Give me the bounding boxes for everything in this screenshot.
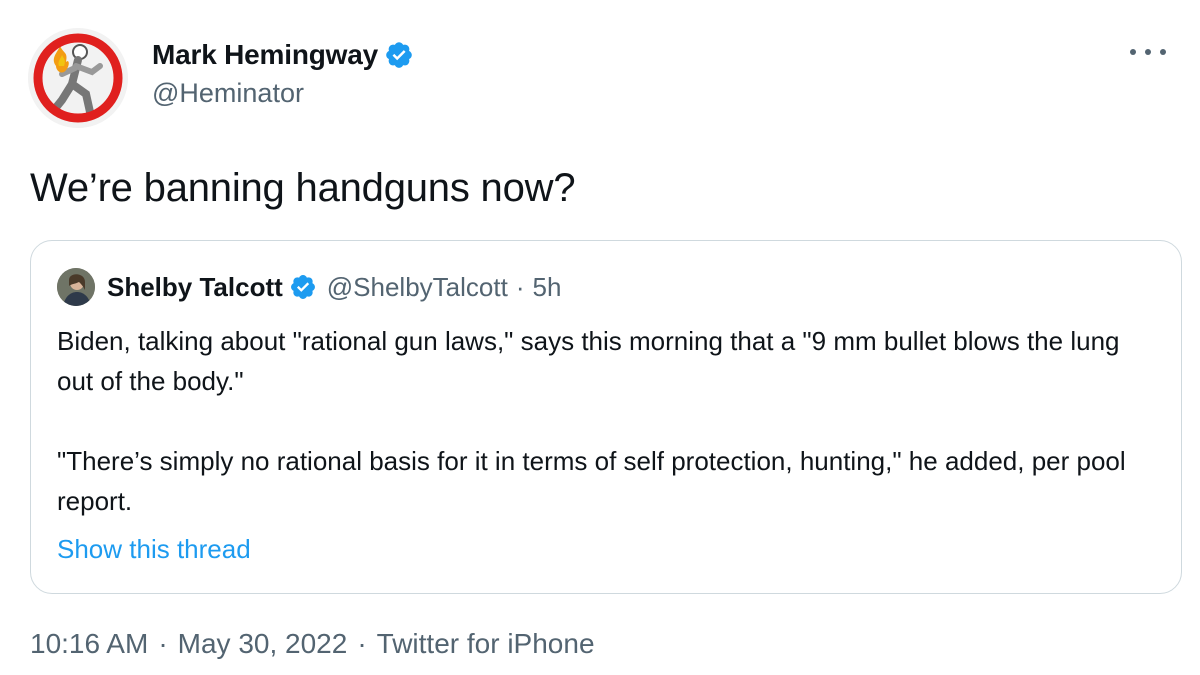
author-handle[interactable]: @Heminator bbox=[152, 78, 414, 109]
quoted-tweet-header: Shelby Talcott @ShelbyTalcott · 5h bbox=[57, 267, 561, 307]
tweet-time[interactable]: 10:16 AM bbox=[30, 628, 148, 660]
tweet-text: We’re banning handguns now? bbox=[30, 166, 576, 210]
author-name[interactable]: Mark Hemingway bbox=[152, 39, 378, 71]
tweet-date[interactable]: May 30, 2022 bbox=[178, 628, 348, 660]
separator-dot: · bbox=[515, 271, 525, 302]
quoted-author-handle[interactable]: @ShelbyTalcott bbox=[327, 272, 508, 303]
author-block: Mark Hemingway @Heminator bbox=[152, 36, 414, 109]
verified-badge-icon bbox=[384, 40, 414, 70]
tweet-source[interactable]: Twitter for iPhone bbox=[377, 628, 595, 660]
separator-dot: · bbox=[357, 628, 367, 659]
quoted-tweet[interactable]: Shelby Talcott @ShelbyTalcott · 5h Biden… bbox=[30, 240, 1182, 594]
quoted-author-avatar[interactable] bbox=[57, 268, 95, 306]
more-dot bbox=[1145, 49, 1151, 55]
person-photo-icon bbox=[57, 268, 95, 306]
quoted-tweet-time[interactable]: 5h bbox=[533, 272, 562, 303]
more-dot bbox=[1130, 49, 1136, 55]
separator-dot: · bbox=[158, 628, 168, 659]
tweet-meta: 10:16 AM · May 30, 2022 · Twitter for iP… bbox=[30, 628, 595, 660]
quoted-author-name[interactable]: Shelby Talcott bbox=[107, 272, 283, 303]
verified-badge-icon bbox=[289, 273, 317, 301]
tweet-card: Mark Hemingway @Heminator We’re banning … bbox=[0, 0, 1200, 675]
more-horizontal-icon[interactable] bbox=[1130, 40, 1166, 64]
quoted-tweet-body: Biden, talking about "rational gun laws,… bbox=[57, 321, 1147, 521]
more-dot bbox=[1160, 49, 1166, 55]
author-avatar[interactable] bbox=[28, 28, 128, 128]
running-man-no-symbol-icon bbox=[28, 28, 128, 128]
show-thread-link[interactable]: Show this thread bbox=[57, 529, 251, 569]
quoted-paragraph: Biden, talking about "rational gun laws,… bbox=[57, 326, 1120, 396]
quoted-paragraph: "There’s simply no rational basis for it… bbox=[57, 446, 1126, 516]
